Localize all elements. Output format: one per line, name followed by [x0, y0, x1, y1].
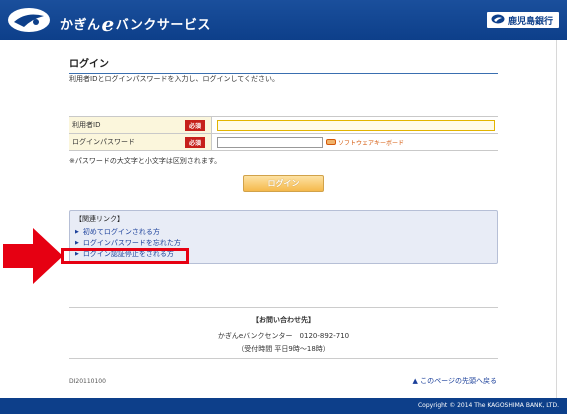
red-arrow-icon — [3, 228, 63, 284]
contact-box: 【お問い合わせ先】 かぎんeバンクセンター 0120-892-710 （受付時間… — [69, 307, 498, 359]
link-first-login[interactable]: ▶ 初めてログインされる方 — [75, 226, 492, 237]
user-id-label-cell: 利用者ID 必須 — [69, 117, 212, 133]
required-badge: 必須 — [184, 137, 205, 148]
password-label: ログインパスワード — [72, 138, 135, 146]
app-title-pre: かぎん — [60, 18, 101, 33]
highlight-box — [61, 248, 189, 264]
case-sensitivity-note: ※パスワードの大文字と小文字は区別されます。 — [69, 157, 222, 165]
user-id-label: 利用者ID — [72, 121, 101, 129]
user-id-cell — [212, 117, 498, 133]
bank-name: 鹿児島銀行 — [507, 17, 553, 27]
password-input[interactable] — [217, 136, 323, 148]
required-badge: 必須 — [184, 120, 205, 131]
page-id: DI20110100 — [69, 378, 106, 385]
app-title-e: e — [101, 12, 115, 36]
app-title-post: バンクサービス — [115, 18, 211, 33]
page-intro: 利用者IDとログインパスワードを入力し、ログインしてください。 — [69, 75, 280, 83]
user-id-input[interactable] — [217, 119, 495, 131]
link-label: 初めてログインされる方 — [82, 227, 160, 236]
software-keyboard-button[interactable]: ソフトウェアキーボード — [326, 138, 404, 147]
footer-copyright: Copyright © 2014 The KAGOSHIMA BANK, LTD… — [0, 398, 567, 414]
password-label-cell: ログインパスワード 必須 — [69, 134, 212, 150]
related-links-heading: 【関連リンク】 — [75, 215, 124, 223]
triangle-right-icon: ▶ — [75, 239, 79, 246]
back-to-top-link[interactable]: ▲ このページの先頭へ戻る — [413, 376, 497, 386]
app-header: かぎんeバンクサービス 鹿児島銀行 — [0, 0, 567, 40]
software-keyboard-label: ソフトウェアキーボード — [338, 139, 405, 147]
contact-center: かぎんeバンクセンター 0120-892-710 — [217, 332, 350, 340]
triangle-right-icon: ▶ — [75, 228, 79, 235]
contact-title: 【お問い合わせ先】 — [252, 316, 315, 324]
password-row: ログインパスワード 必須 ソフトウェアキーボード — [69, 134, 498, 151]
bank-mark-icon — [491, 14, 505, 24]
page-title: ログイン — [69, 55, 498, 74]
contact-hours: （受付時間 平日9時～18時） — [237, 345, 330, 353]
app-title: かぎんeバンクサービス — [60, 10, 211, 36]
bank-logo: 鹿児島銀行 — [486, 12, 559, 28]
kagin-logo-icon — [8, 8, 50, 32]
login-button[interactable]: ログイン — [243, 175, 324, 192]
login-form: 利用者ID 必須 ログインパスワード 必須 ソフトウェアキーボード — [69, 116, 498, 151]
user-id-row: 利用者ID 必須 — [69, 117, 498, 134]
password-cell: ソフトウェアキーボード — [212, 134, 498, 150]
page-edge-divider — [556, 40, 557, 398]
link-label: ログインパスワードを忘れた方 — [82, 238, 181, 247]
link-forgot-password[interactable]: ▶ ログインパスワードを忘れた方 — [75, 237, 492, 248]
keyboard-icon — [326, 139, 336, 145]
